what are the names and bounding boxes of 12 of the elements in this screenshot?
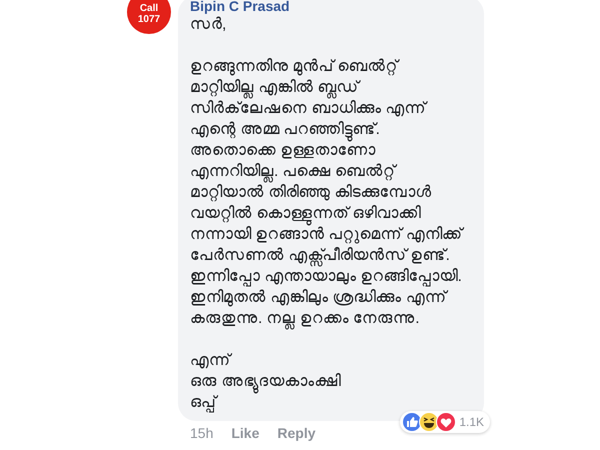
avatar-text: Call	[140, 3, 158, 14]
author-name[interactable]: Bipin C Prasad	[190, 0, 472, 14]
comment-paragraph: എന്ന് ഒരു അഭ്യുദയകാംക്ഷി ഒപ്പ്	[190, 351, 342, 413]
reactions-pill[interactable]: 1.1K	[400, 411, 490, 433]
comment-paragraph: സർ,	[190, 15, 228, 35]
reaction-count: 1.1K	[459, 415, 484, 429]
action-link[interactable]: Reply	[277, 425, 316, 442]
comment-paragraph: ഉറങ്ങുന്നതിനു മുൻപ് ബെൽറ്റ് മാറ്റിയില്ല എങ്കിൽ ബ്ലഡ് സിർക്‌ലേഷനെ ബാധിക്കും എന്ന് എന്റെ അമ്മ പറഞ്ഞിട്ടുണ്ട്. അതൊക്കെ ഉള്ളതാണോ എന്നറിയില്ല. പക്ഷെ ബെൽറ്റ് മാറ്റിയാൽ തിരിഞ്ഞു കിടക്കുമ്പോൾ വയറ്റിൽ കൊള്ളുന്നത് ഒഴിവാക്കി നന്നായി ഉറങ്ങാൻ പറ്റുമെന്ന് എനിക്ക് പേർസണൽ എക്സ്പീരിയൻസ് ഉണ്ട്. ഇന്നിപ്പോ എന്തായാലും ഉറങ്ങിപ്പോയി. ഇനിമുതൽ എങ്കിലും ശ്രദ്ധിക്കും എന്ന് കരുതുന്നു. നല്ല ഉറക്കം നേരുന്നു.	[190, 56, 472, 329]
avatar-text: 1077	[138, 14, 160, 25]
avatar-badge[interactable]: Call 1077	[127, 0, 171, 34]
timestamp: 15h	[190, 425, 214, 442]
action-link[interactable]: Like	[231, 425, 260, 442]
